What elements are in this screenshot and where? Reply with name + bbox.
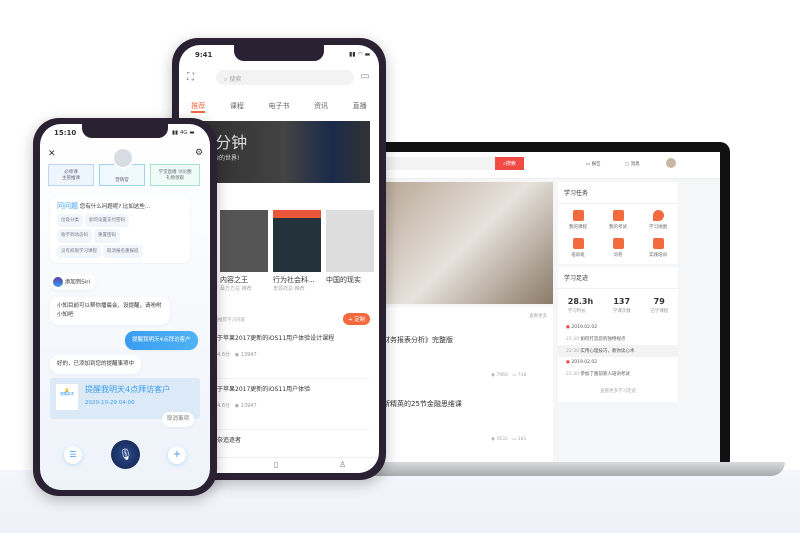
task-my-exams[interactable]: 我的考试 (598, 210, 638, 230)
user-message: 提醒我明天4点拜访客户 (125, 331, 198, 350)
stat-sessions: 137 学课次数 (612, 297, 631, 314)
timeline-date: ● 2019.02.02 (566, 325, 598, 330)
book-card[interactable]: 内容之王 蔡方方总 推荐 (220, 210, 268, 292)
task-learning-map[interactable]: 学习地图 (638, 210, 678, 230)
add-to-siri-button[interactable]: 添加到Siri (50, 274, 97, 291)
laptop-header: ⌕ 搜索 ▭ 报告 ▢ 消息 (383, 152, 720, 179)
course-title[interactable]: 斯精英的25节金融思维课 (383, 399, 462, 409)
timeline-entry[interactable]: 22:30 如何打造您的独特视点 (558, 333, 678, 345)
cancel-reminder-button[interactable]: 取消事项 (162, 412, 195, 427)
book-card[interactable]: 行为社会科... 李源祥总 推荐 (273, 210, 321, 292)
laptop-screen: ⌕ 搜索 ▭ 报告 ▢ 消息 查看更多 财务报表分析》完整版 ◉ 7968 ▭ 7… (383, 152, 720, 462)
see-more-link[interactable]: 查看更多 (529, 313, 547, 319)
task-training-class[interactable]: 培训班 (558, 238, 598, 258)
keyboard-button[interactable]: ☰ (64, 446, 82, 464)
laptop-base (355, 462, 785, 476)
tab-news[interactable]: 资讯 (314, 101, 328, 113)
timeline-entry[interactable]: 22:30 参加了图前新人培训考试 (558, 368, 678, 380)
bot-message: 小知目前可以帮你播晨会、设提醒，请吩咐小知吧 (50, 297, 170, 325)
tab-bar: 推荐 课程 电子书 资讯 直播 (179, 101, 379, 113)
microphone-button[interactable]: 🎙 (111, 440, 140, 469)
message-icon[interactable]: ▭ (360, 71, 369, 82)
status-time: 15:10 (54, 129, 77, 137)
close-icon[interactable]: ✕ (48, 149, 56, 159)
settings-icon[interactable]: ⚙ (195, 148, 203, 158)
scan-icon[interactable]: ⛶ (187, 72, 194, 83)
more-footprint-link[interactable]: 查看更多学习足迹 (558, 380, 678, 402)
course-title[interactable]: 财务报表分析》完整版 (383, 335, 453, 345)
status-icons: ▮▮ 4G ▬ (172, 130, 195, 136)
faq-chip[interactable]: 取消报名重报班 (103, 244, 143, 258)
plus-button[interactable]: + (168, 446, 186, 464)
tab-recommend[interactable]: 推荐 (191, 101, 206, 113)
tab-courses[interactable]: 课程 (230, 101, 244, 113)
course-stats: ◉ 5632 ▭ 181 (491, 437, 527, 442)
faq-chip[interactable]: 收不到动态码 (57, 229, 92, 243)
study-tasks-card: 学习任务 我的课程 我的考试 学习地图 培训班 问卷 实践培训 (558, 182, 678, 264)
clipboard-icon (612, 238, 624, 249)
status-icons: ▮▮ ◠ ▬ (349, 51, 371, 58)
monitor-icon (572, 238, 584, 249)
task-my-courses[interactable]: 我的课程 (558, 210, 598, 230)
course-list: 查看更多 财务报表分析》完整版 ◉ 7968 ▭ 738 斯精英的25节金融思维… (383, 307, 553, 462)
avatar (112, 147, 134, 169)
search-button[interactable]: ⌕ 搜索 (495, 157, 524, 170)
siri-icon (53, 277, 63, 287)
flag-icon (652, 238, 664, 249)
task-survey[interactable]: 问卷 (598, 238, 638, 258)
customize-button[interactable]: + 定制 (343, 313, 371, 325)
timeline-date: ● 2019.02.02 (566, 360, 598, 365)
course-stats: ◉ 7968 ▭ 738 (491, 373, 527, 378)
timeline-entry[interactable]: 22:30 实用心理技巧，教你读心术 (558, 345, 678, 357)
faq-chip[interactable]: 重置密码 (94, 229, 120, 243)
card-live[interactable]: 学堂直播 讨论圈 礼物领取 (150, 164, 200, 186)
stat-courses: 79 已学课程 (650, 297, 669, 314)
card-title: 学习任务 (558, 182, 678, 204)
hero-image (383, 182, 553, 304)
faq-chip[interactable]: 没有权限学习课程 (57, 244, 101, 258)
status-time: 9:41 (195, 51, 213, 59)
profile-icon[interactable]: ♙ (339, 460, 346, 469)
faq-card: 问问题 您有什么问题呢? 比如这些... 垃圾分类 如何设置支付密码 收不到动态码… (50, 196, 190, 263)
notch (234, 45, 324, 61)
map-pin-icon (652, 210, 664, 221)
task-practice[interactable]: 实践培训 (638, 238, 678, 258)
book-card[interactable]: 中国的现实 (326, 210, 374, 292)
pencil-icon (612, 210, 624, 221)
phone-left-screen: 15:10 ▮▮ 4G ▬ ✕ ⚙ 必修课 主管推课 营销官 学堂直播 讨论圈 礼物… (40, 124, 210, 490)
tab-live[interactable]: 直播 (353, 101, 367, 113)
faq-chip[interactable]: 垃圾分类 (57, 214, 83, 228)
avatar[interactable] (666, 158, 676, 168)
nav-report[interactable]: ▭ 报告 (586, 161, 601, 167)
bot-message: 好的，已添加到您的提醒事项中 (50, 355, 142, 374)
book-icon[interactable]: ▯ (274, 460, 278, 469)
card-title: 学习足迹 (558, 267, 678, 289)
nav-messages[interactable]: ▢ 消息 (625, 161, 640, 167)
bell-icon: 🔔 提醒事项 (56, 384, 78, 410)
card-required-courses[interactable]: 必修课 主管推课 (48, 164, 94, 186)
footprint-card: 学习足迹 28.3h 学习时长 137 学课次数 79 已学课程 ● 2019.02.… (558, 267, 678, 402)
notch (82, 124, 168, 138)
sidebar: 学习任务 我的课程 我的考试 学习地图 培训班 问卷 实践培训 学习足迹 28.… (558, 182, 678, 405)
book-icon (572, 210, 584, 221)
search-input[interactable]: ⌕ 搜索 (216, 70, 354, 85)
faq-chip[interactable]: 如何设置支付密码 (85, 214, 129, 228)
search-input[interactable] (383, 157, 495, 170)
tab-ebooks[interactable]: 电子书 (268, 101, 289, 113)
stat-hours: 28.3h 学习时长 (567, 297, 594, 314)
